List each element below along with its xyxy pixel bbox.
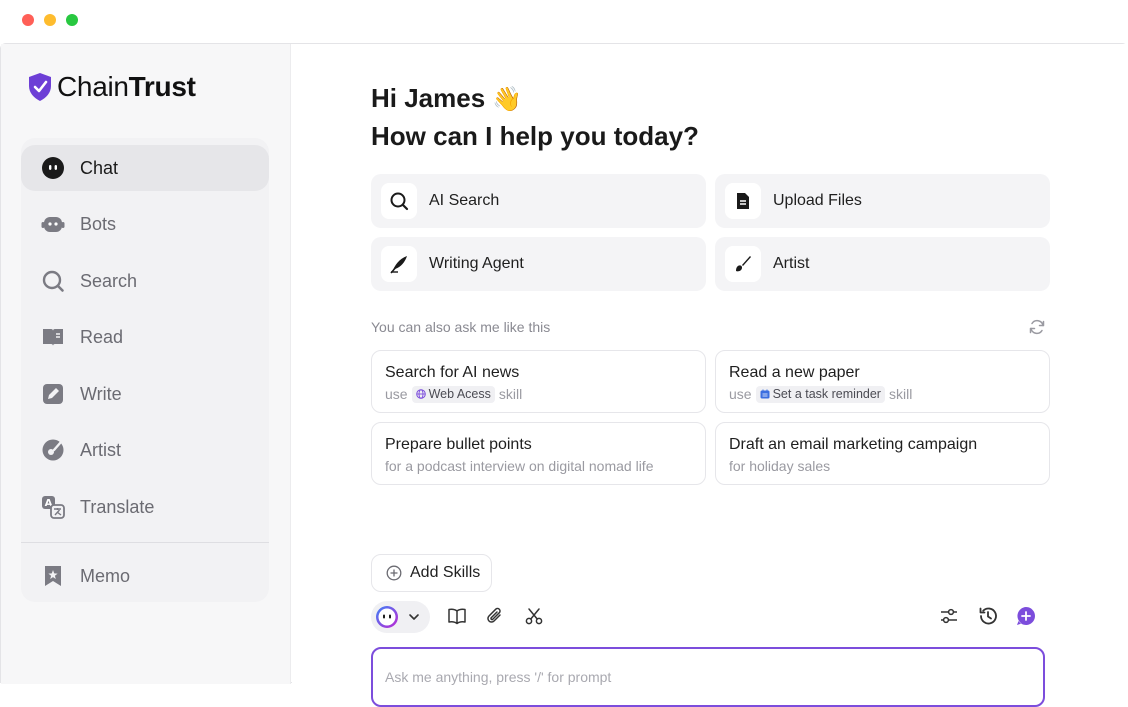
chat-bot-icon <box>41 156 65 180</box>
file-icon <box>725 183 761 219</box>
suggestion-title: Read a new paper <box>729 364 860 381</box>
brand-name: ChainTrust <box>57 71 196 102</box>
sidebar-divider <box>21 542 269 543</box>
sidebar-item-label: Artist <box>80 439 122 460</box>
suggestion-card-read-paper[interactable]: Read a new paper use Set a task reminder… <box>715 350 1050 413</box>
suggestion-title: Draft an email marketing campaign <box>729 436 978 453</box>
artist-icon <box>41 438 65 462</box>
search-icon <box>381 183 417 219</box>
sidebar-item-label: Read <box>80 326 124 347</box>
wave-emoji: 👋 <box>492 86 523 113</box>
chat-input[interactable] <box>371 647 1045 707</box>
sidebar-item-label: Search <box>80 270 138 291</box>
upload-files-button[interactable]: Upload Files <box>715 174 1050 228</box>
sidebar-item-bots[interactable]: Bots <box>21 201 269 247</box>
suggestion-card-email-campaign[interactable]: Draft an email marketing campaign for ho… <box>715 422 1050 485</box>
suggestion-card-bullet-points[interactable]: Prepare bullet points for a podcast inte… <box>371 422 706 485</box>
close-window-button[interactable] <box>22 14 34 26</box>
chevron-down-icon <box>409 614 419 620</box>
suggestion-subtitle: use Web Acess skill <box>385 385 523 403</box>
brand-logo[interactable]: ChainTrust <box>28 71 196 103</box>
ai-search-button[interactable]: AI Search <box>371 174 706 228</box>
write-icon <box>41 382 65 406</box>
history-icon[interactable] <box>977 605 999 627</box>
add-skills-button[interactable]: Add Skills <box>371 554 492 592</box>
maximize-window-button[interactable] <box>66 14 78 26</box>
sidebar-item-label: Translate <box>80 496 155 517</box>
greeting-line2: How can I help you today? <box>371 121 699 151</box>
suggestion-title: Search for AI news <box>385 364 520 381</box>
scissors-icon[interactable] <box>523 605 545 627</box>
minimize-window-button[interactable] <box>44 14 56 26</box>
sidebar-item-label: Write <box>80 383 122 404</box>
sidebar: ChainTrust Chat Bots Search Read Write A… <box>1 44 291 684</box>
globe-icon <box>415 389 426 399</box>
sidebar-item-read[interactable]: Read <box>21 314 269 360</box>
translate-icon: A <box>41 495 65 519</box>
book-icon[interactable] <box>446 605 468 627</box>
settings-sliders-icon[interactable] <box>938 605 960 627</box>
sidebar-item-label: Bots <box>80 213 117 234</box>
greeting: Hi James 👋 How can I help you today? <box>371 80 699 154</box>
memo-icon <box>41 564 65 588</box>
skill-chip-web-access[interactable]: Web Acess <box>411 385 495 403</box>
suggestion-card-ai-news[interactable]: Search for AI news use Web Acess skill <box>371 350 706 413</box>
suggestion-subtitle: for holiday sales <box>729 458 831 474</box>
sidebar-nav: Chat Bots Search Read Write Artist A Tra… <box>21 138 269 602</box>
greeting-line1: Hi James <box>371 83 486 113</box>
refresh-icon[interactable] <box>1028 318 1046 336</box>
sidebar-item-memo[interactable]: Memo <box>21 553 269 599</box>
suggestions-hint: You can also ask me like this <box>371 319 551 335</box>
main-panel: Hi James 👋 How can I help you today? AI … <box>292 44 1128 707</box>
sidebar-item-search[interactable]: Search <box>21 258 269 304</box>
quill-icon <box>381 246 417 282</box>
sidebar-item-label: Memo <box>80 565 131 586</box>
artist-button[interactable]: Artist <box>715 237 1050 291</box>
paperclip-icon[interactable] <box>484 605 506 627</box>
new-chat-icon[interactable] <box>1015 605 1037 627</box>
window-titlebar <box>0 0 1128 44</box>
sidebar-item-artist[interactable]: Artist <box>21 427 269 473</box>
plus-circle-icon <box>386 565 402 581</box>
skill-chip-task-reminder[interactable]: Set a task reminder <box>755 385 885 403</box>
brush-icon <box>725 246 761 282</box>
suggestion-subtitle: use Set a task reminder skill <box>729 385 913 403</box>
sidebar-item-write[interactable]: Write <box>21 371 269 417</box>
suggestion-subtitle: for a podcast interview on digital nomad… <box>385 458 654 474</box>
sidebar-item-label: Chat <box>80 157 119 178</box>
suggestion-title: Prepare bullet points <box>385 436 532 453</box>
model-selector[interactable] <box>371 601 430 633</box>
read-icon <box>41 325 65 349</box>
app-window: ChainTrust Chat Bots Search Read Write A… <box>0 43 1128 707</box>
search-icon <box>41 269 65 293</box>
sidebar-item-translate[interactable]: A Translate <box>21 484 269 530</box>
bots-icon <box>41 212 65 236</box>
shield-check-icon <box>29 73 51 101</box>
writing-agent-button[interactable]: Writing Agent <box>371 237 706 291</box>
calendar-icon <box>760 389 770 399</box>
sidebar-item-chat[interactable]: Chat <box>21 145 269 191</box>
bot-avatar-icon <box>376 606 398 628</box>
